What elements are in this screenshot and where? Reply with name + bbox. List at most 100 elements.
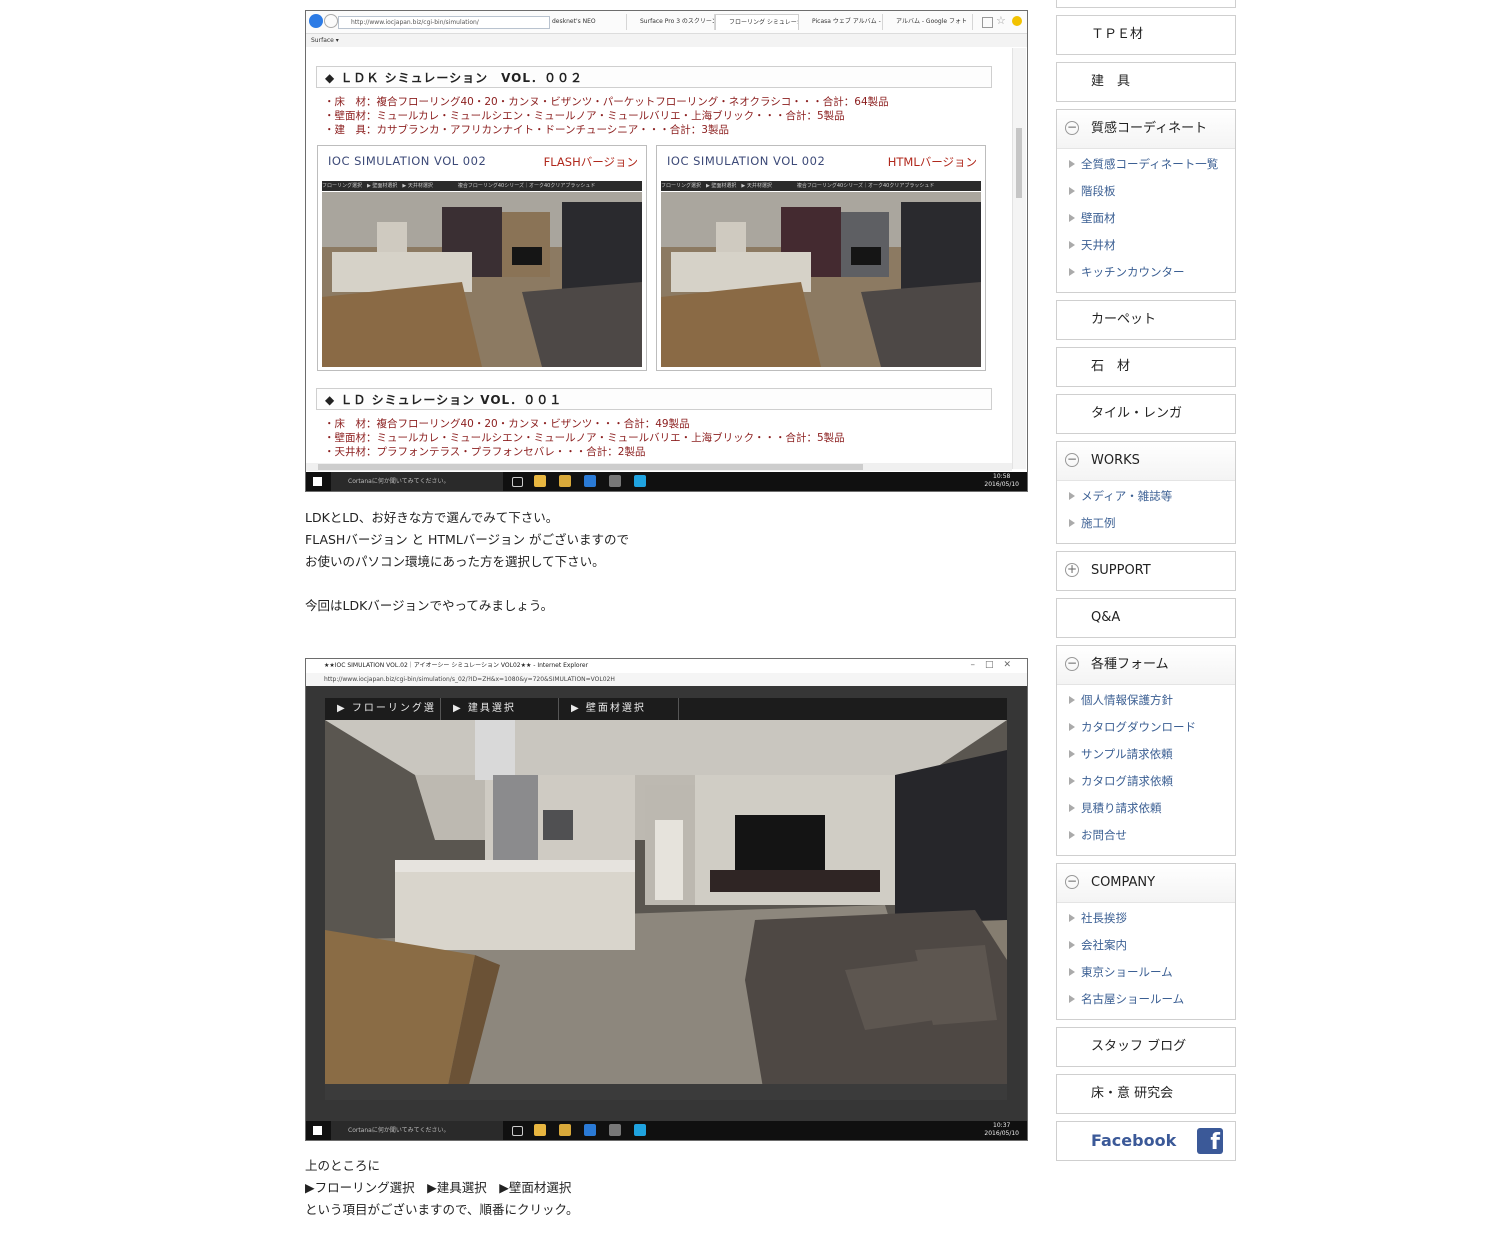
sidebar-link[interactable]: お問合せ — [1069, 828, 1127, 842]
task-view-icon[interactable] — [512, 477, 523, 487]
sidebar-link[interactable]: 社長挨拶 — [1069, 911, 1127, 925]
scroll-thumb[interactable] — [318, 464, 863, 470]
ld-product-list: ・床 材：複合フローリング40・20・カンヌ・ビザンツ・・・合計：49製品 ・壁… — [324, 417, 845, 459]
browser-tab-active[interactable]: フローリング シミュレーション... — [715, 14, 799, 30]
browser-address-row: http://www.iocjapan.biz/cgi-bin/simulati… — [306, 11, 1027, 34]
browser-screenshot-2: ★★IOC SIMULATION VOL.02｜アイオーシー シミュレーション … — [305, 658, 1028, 1141]
sidebar-item-stone[interactable]: 石 材 — [1056, 347, 1236, 387]
sidebar-link[interactable]: 個人情報保護方針 — [1069, 693, 1173, 707]
ld-line: ・床 材：複合フローリング40・20・カンヌ・ビザンツ・・・合計：49製品 — [324, 418, 690, 430]
text-line: ▶フローリング選択 ▶建具選択 ▶壁面材選択 — [305, 1180, 572, 1195]
sidebar-item-facebook[interactable]: Facebook f — [1056, 1121, 1236, 1161]
sidebar-item-label: 建 具 — [1091, 74, 1131, 89]
skype-icon[interactable] — [634, 475, 646, 487]
sidebar-link[interactable]: 名古屋ショールーム — [1069, 992, 1184, 1006]
sidebar-link[interactable]: メディア・雑誌等 — [1069, 489, 1172, 503]
horizontal-scrollbar[interactable] — [306, 463, 1012, 471]
card-title: IOC SIMULATION VOL 002 — [328, 154, 487, 168]
sidebar-item-staff-blog[interactable]: スタッフ ブログ — [1056, 1027, 1236, 1067]
windows-start-icon[interactable] — [313, 477, 322, 486]
internet-explorer-icon[interactable] — [584, 475, 596, 487]
collapse-minus-icon[interactable]: − — [1065, 875, 1079, 889]
favorites-bar[interactable]: Surface ▾ — [306, 34, 1027, 47]
sidebar-group-header[interactable]: − COMPANY — [1057, 864, 1235, 903]
task-view-icon[interactable] — [512, 1126, 523, 1136]
sidebar-link[interactable]: 施工例 — [1069, 516, 1116, 530]
scroll-thumb[interactable] — [1016, 128, 1022, 198]
cortana-search[interactable]: Cortanaに何か聞いてみてください。 — [331, 472, 503, 491]
sidebar-item-tile[interactable]: タイル・レンガ — [1056, 394, 1236, 434]
window-title: ★★IOC SIMULATION VOL.02｜アイオーシー シミュレーション … — [306, 659, 1027, 673]
sidebar-group-header[interactable]: − 各種フォーム — [1057, 646, 1235, 685]
sidebar-link[interactable]: 全質感コーディネート一覧 — [1069, 157, 1218, 171]
sidebar-item-top-partial[interactable] — [1056, 0, 1236, 8]
browser-tab[interactable]: Surface Pro 3 のスクリーンシ... — [627, 14, 715, 30]
folder-icon[interactable] — [559, 1124, 571, 1136]
sidebar-group-company: − COMPANY 社長挨拶 会社案内 東京ショールーム 名古屋ショールーム — [1056, 863, 1236, 1020]
sidebar-link[interactable]: 東京ショールーム — [1069, 965, 1173, 979]
address-bar[interactable]: http://www.iocjapan.biz/cgi-bin/simulati… — [338, 16, 550, 29]
sidebar-item-label: 石 材 — [1091, 359, 1131, 374]
taskbar-clock[interactable]: 10:37 2016/05/10 — [984, 1122, 1019, 1138]
sidebar-group-forms: − 各種フォーム 個人情報保護方針 カタログダウンロード サンプル請求依頼 カタ… — [1056, 645, 1236, 856]
sidebar-group-header[interactable]: − WORKS — [1057, 442, 1235, 481]
sidebar-link[interactable]: 階段板 — [1069, 184, 1116, 198]
sidebar-link[interactable]: 壁面材 — [1069, 211, 1116, 225]
sidebar-item-study-group[interactable]: 床・意 研究会 — [1056, 1074, 1236, 1114]
browser-tab[interactable]: アルバム - Google フォト — [883, 14, 973, 30]
file-explorer-icon[interactable] — [534, 1124, 546, 1136]
sidebar-item-carpet[interactable]: カーペット — [1056, 300, 1236, 340]
browser-tab[interactable]: desknet's NEO — [539, 14, 627, 30]
simulation-stage: ▶ フローリング選択 ▶ 建具選択 ▶ 壁面材選択 — [306, 686, 1027, 1121]
windows-start-icon[interactable] — [313, 1126, 322, 1135]
collapse-minus-icon[interactable]: − — [1065, 453, 1079, 467]
internet-explorer-icon[interactable] — [584, 1124, 596, 1136]
sidebar-link[interactable]: キッチンカウンター — [1069, 265, 1185, 279]
flash-version-card[interactable]: IOC SIMULATION VOL 002 FLASHバージョン フローリング… — [317, 145, 647, 371]
sidebar-link[interactable]: 見積り請求依頼 — [1069, 801, 1162, 815]
vertical-scrollbar[interactable] — [1012, 48, 1026, 469]
flooring-select-button[interactable]: ▶ フローリング選択 — [325, 698, 441, 736]
browser-tab[interactable]: Picasa ウェブ アルバム - 澤田... — [799, 14, 883, 30]
taskbar-clock[interactable]: 10:58 2016/05/10 — [984, 473, 1019, 489]
ld-line: ・壁面材：ミュールカレ・ミュールシエン・ミュールノア・ミュールバリエ・上海ブリッ… — [324, 432, 845, 444]
file-explorer-icon[interactable] — [534, 475, 546, 487]
smiley-icon[interactable] — [1012, 16, 1022, 26]
forward-icon[interactable] — [324, 14, 338, 28]
skype-icon[interactable] — [634, 1124, 646, 1136]
sidebar-link[interactable]: カタログ請求依頼 — [1069, 774, 1173, 788]
instruction-paragraph: 上のところに ▶フローリング選択 ▶建具選択 ▶壁面材選択 という項目がございま… — [305, 1155, 579, 1221]
sidebar-item-label: カーペット — [1091, 312, 1157, 327]
sidebar-group-title: COMPANY — [1091, 875, 1156, 890]
clock-time: 10:58 — [993, 473, 1011, 480]
collapse-minus-icon[interactable]: − — [1065, 121, 1079, 135]
sidebar-item-label: 床・意 研究会 — [1091, 1086, 1174, 1101]
html-version-card[interactable]: IOC SIMULATION VOL 002 HTMLバージョン フローリング選… — [656, 145, 986, 371]
sidebar-link[interactable]: カタログダウンロード — [1069, 720, 1196, 734]
cortana-search[interactable]: Cortanaに何か聞いてみてください。 — [331, 1121, 503, 1140]
sidebar-item-tpe[interactable]: ＴＰＥ材 — [1056, 15, 1236, 55]
sidebar-item-qa[interactable]: Q&A — [1056, 598, 1236, 638]
card-menu-bar: フローリング選択 ▶ 壁面材選択 ▶ 天井材選択 複合フローリング40シリーズ｜… — [322, 181, 642, 191]
calculator-icon[interactable] — [609, 475, 621, 487]
sidebar-item-tategu[interactable]: 建 具 — [1056, 62, 1236, 102]
home-icon[interactable] — [982, 17, 993, 28]
text-line: FLASHバージョン と HTMLバージョン がございますので — [305, 532, 630, 547]
address-bar[interactable]: http://www.iocjapan.biz/cgi-bin/simulati… — [306, 673, 1027, 686]
text-line: 上のところに — [305, 1158, 381, 1173]
back-icon[interactable] — [309, 14, 323, 28]
sidebar-group-header[interactable]: − 質感コーディネート — [1057, 110, 1235, 149]
sidebar-link[interactable]: サンプル請求依頼 — [1069, 747, 1173, 761]
sidebar-item-support[interactable]: + SUPPORT — [1056, 551, 1236, 591]
wall-select-button[interactable]: ▶ 壁面材選択 — [559, 698, 679, 720]
sidebar-link[interactable]: 天井材 — [1069, 238, 1116, 252]
sidebar-group-texture: − 質感コーディネート 全質感コーディネート一覧 階段板 壁面材 天井材 キッチ… — [1056, 109, 1236, 293]
door-select-button[interactable]: ▶ 建具選択 — [441, 698, 559, 720]
calculator-icon[interactable] — [609, 1124, 621, 1136]
sidebar-link[interactable]: 会社案内 — [1069, 938, 1127, 952]
star-icon[interactable]: ☆ — [996, 14, 1006, 27]
folder-icon[interactable] — [559, 475, 571, 487]
clock-date: 2016/05/10 — [984, 481, 1019, 488]
collapse-minus-icon[interactable]: − — [1065, 657, 1079, 671]
expand-plus-icon[interactable]: + — [1065, 563, 1079, 577]
